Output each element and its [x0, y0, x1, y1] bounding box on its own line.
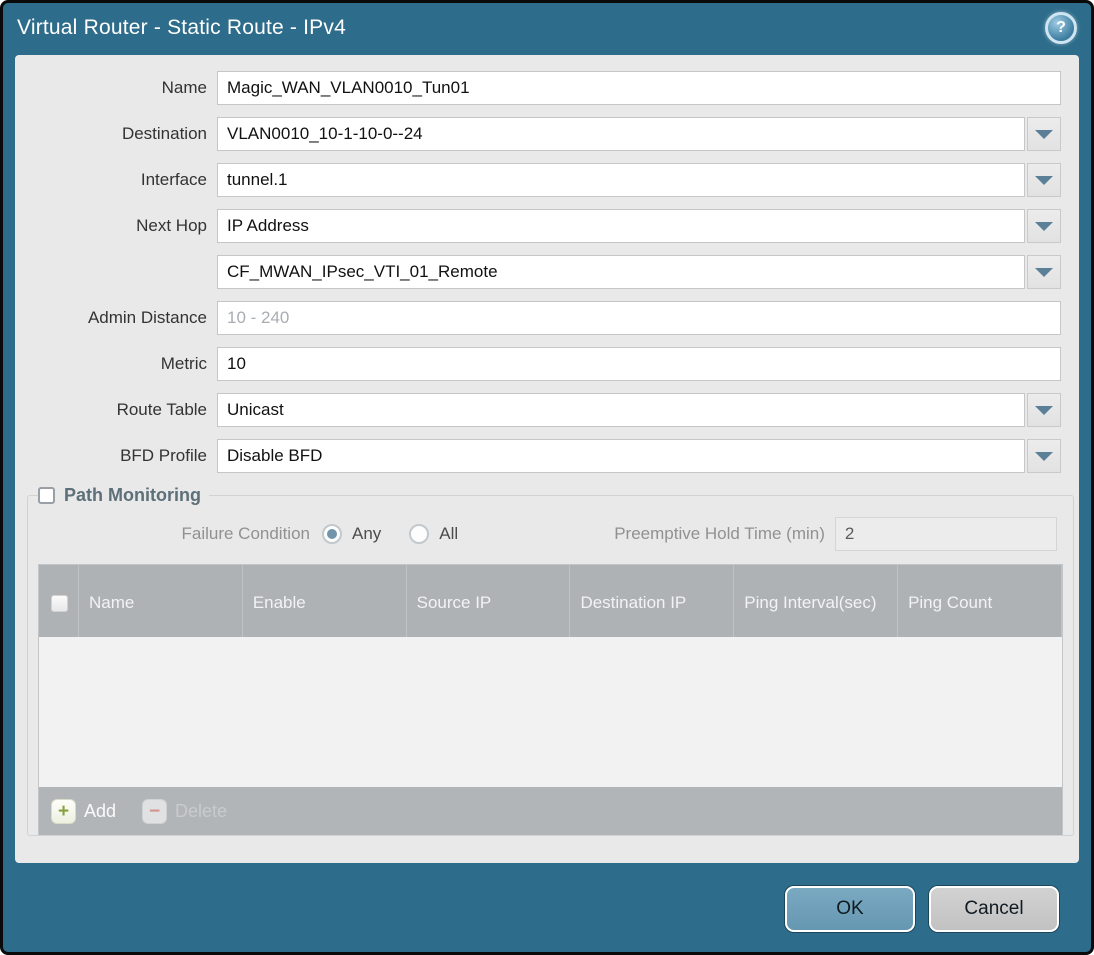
- minus-icon: −: [142, 798, 168, 824]
- next-hop-address-dropdown-button[interactable]: [1027, 255, 1061, 289]
- add-button[interactable]: + Add: [51, 798, 117, 824]
- interface-dropdown-button[interactable]: [1027, 163, 1061, 197]
- destination-input[interactable]: [217, 117, 1025, 151]
- route-table-field-wrap: [217, 393, 1061, 427]
- next-hop-address-row: [15, 255, 1061, 289]
- radio-any-label: Any: [352, 524, 382, 543]
- chevron-down-icon: [1035, 451, 1053, 461]
- radio-all-label: All: [439, 524, 459, 543]
- interface-label: Interface: [140, 170, 207, 189]
- table-toolbar: + Add − Delete: [39, 787, 1062, 835]
- next-hop-label: Next Hop: [136, 216, 207, 235]
- column-header-ping-interval[interactable]: Ping Interval(sec): [734, 565, 899, 637]
- destination-dropdown-button[interactable]: [1027, 117, 1061, 151]
- metric-input[interactable]: [217, 347, 1061, 381]
- bfd-profile-field-wrap: [217, 439, 1061, 473]
- next-hop-row: Next Hop: [15, 209, 1061, 243]
- path-monitoring-controls: Failure Condition Any All Preemptive Hol…: [38, 516, 1057, 552]
- admin-distance-label: Admin Distance: [87, 308, 207, 327]
- preemptive-hold-time-label: Preemptive Hold Time (min): [614, 524, 825, 543]
- dialog-body: Name Destination Interface: [15, 55, 1079, 863]
- path-monitoring-group: Path Monitoring Failure Condition Any Al…: [27, 485, 1074, 836]
- name-row: Name: [15, 71, 1061, 105]
- select-all-checkbox[interactable]: [51, 594, 68, 612]
- chevron-down-icon: [1035, 267, 1053, 277]
- ok-button[interactable]: OK: [785, 886, 915, 932]
- destination-field-wrap: [217, 117, 1061, 151]
- admin-distance-input[interactable]: [217, 301, 1061, 335]
- radio-any-icon[interactable]: [322, 524, 342, 544]
- chevron-down-icon: [1035, 175, 1053, 185]
- failure-condition-all-option[interactable]: All: [409, 524, 458, 544]
- help-glyph: ?: [1056, 19, 1066, 36]
- path-monitoring-table: Name Enable Source IP Destination IP Pin…: [38, 564, 1063, 835]
- delete-button-label: Delete: [175, 800, 228, 821]
- route-table-input[interactable]: [217, 393, 1025, 427]
- destination-row: Destination: [15, 117, 1061, 151]
- dialog-title: Virtual Router - Static Route - IPv4: [17, 16, 346, 39]
- select-all-column: [39, 565, 79, 637]
- title-bar: Virtual Router - Static Route - IPv4 ?: [3, 3, 1091, 53]
- bfd-profile-label: BFD Profile: [120, 446, 207, 465]
- dialog-footer: OK Cancel: [3, 866, 1091, 952]
- column-header-source-ip[interactable]: Source IP: [407, 565, 571, 637]
- column-header-enable[interactable]: Enable: [243, 565, 407, 637]
- bfd-profile-dropdown-button[interactable]: [1027, 439, 1061, 473]
- chevron-down-icon: [1035, 405, 1053, 415]
- route-table-row: Route Table: [15, 393, 1061, 427]
- name-label: Name: [161, 78, 207, 97]
- next-hop-field-wrap: [217, 209, 1061, 243]
- failure-condition-label: Failure Condition: [181, 524, 310, 543]
- route-table-dropdown-button[interactable]: [1027, 393, 1061, 427]
- path-monitoring-legend: Path Monitoring: [38, 485, 209, 506]
- metric-label: Metric: [160, 354, 207, 373]
- column-header-name[interactable]: Name: [79, 565, 243, 637]
- metric-field-wrap: [217, 347, 1061, 381]
- next-hop-address-input[interactable]: [217, 255, 1025, 289]
- chevron-down-icon: [1035, 221, 1053, 231]
- preemptive-hold-time-input[interactable]: [834, 517, 1057, 551]
- next-hop-type-input[interactable]: [217, 209, 1025, 243]
- table-body-empty: [39, 637, 1062, 787]
- column-header-destination-ip[interactable]: Destination IP: [570, 565, 735, 637]
- table-header-row: Name Enable Source IP Destination IP Pin…: [39, 565, 1062, 637]
- plus-icon: +: [51, 798, 76, 824]
- next-hop-address-field-wrap: [217, 255, 1061, 289]
- name-input[interactable]: [217, 71, 1061, 105]
- add-button-label: Add: [84, 800, 117, 821]
- path-monitoring-checkbox[interactable]: [38, 487, 55, 504]
- interface-row: Interface: [15, 163, 1061, 197]
- chevron-down-icon: [1035, 129, 1053, 139]
- bfd-profile-input[interactable]: [217, 439, 1025, 473]
- next-hop-type-dropdown-button[interactable]: [1027, 209, 1061, 243]
- column-header-ping-count[interactable]: Ping Count: [898, 565, 1062, 637]
- help-icon[interactable]: ?: [1045, 12, 1077, 44]
- radio-all-icon[interactable]: [409, 524, 430, 544]
- dialog-window: Virtual Router - Static Route - IPv4 ? N…: [0, 0, 1094, 955]
- admin-distance-row: Admin Distance: [15, 301, 1061, 335]
- interface-field-wrap: [217, 163, 1061, 197]
- name-field-wrap: [217, 71, 1061, 105]
- route-table-label: Route Table: [116, 400, 207, 419]
- destination-label: Destination: [121, 124, 207, 143]
- cancel-button[interactable]: Cancel: [929, 886, 1059, 932]
- delete-button[interactable]: − Delete: [142, 798, 228, 824]
- path-monitoring-title: Path Monitoring: [64, 485, 201, 505]
- admin-distance-field-wrap: [217, 301, 1061, 335]
- metric-row: Metric: [15, 347, 1061, 381]
- failure-condition-any-option[interactable]: Any: [322, 524, 381, 544]
- bfd-profile-row: BFD Profile: [15, 439, 1061, 473]
- interface-input[interactable]: [217, 163, 1025, 197]
